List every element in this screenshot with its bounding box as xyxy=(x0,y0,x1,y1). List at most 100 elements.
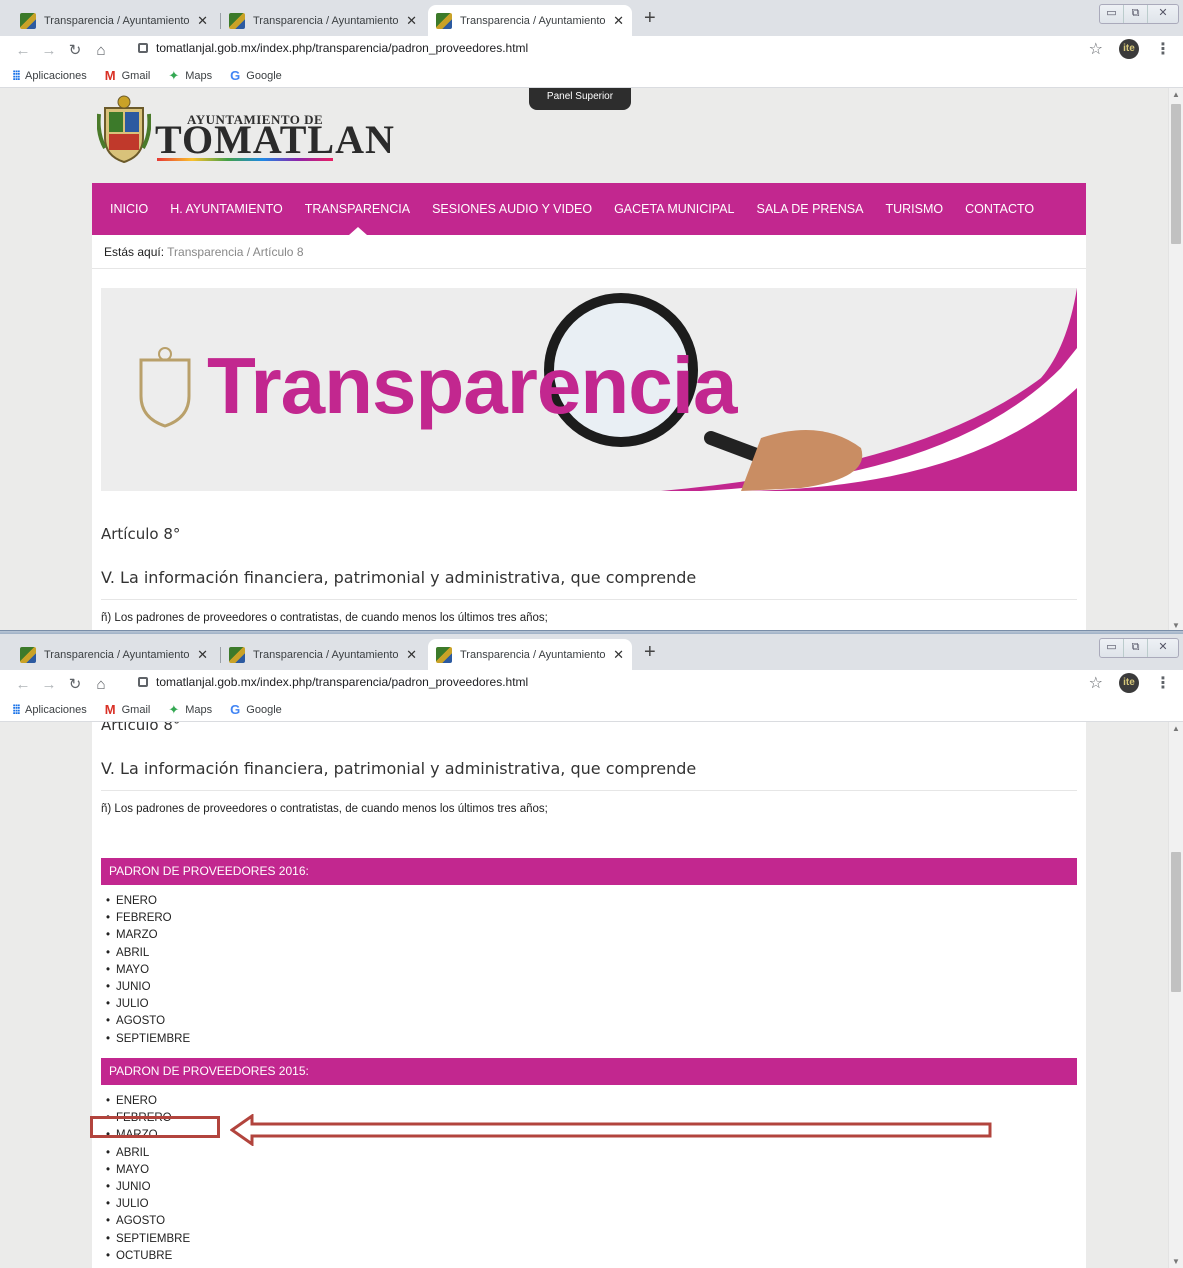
content-area: Artículo 8° V. La información financiera… xyxy=(92,722,1086,1268)
vertical-scrollbar[interactable]: ▲ ▼ xyxy=(1168,722,1183,1268)
nav-gaceta-municipal[interactable]: GACETA MUNICIPAL xyxy=(614,202,734,216)
month-link-febrero[interactable]: FEBRERO xyxy=(106,910,190,927)
nav-sesiones-audio-video[interactable]: SESIONES AUDIO Y VIDEO xyxy=(432,202,592,216)
back-arrow-icon[interactable]: ← xyxy=(10,676,36,693)
nav-inicio[interactable]: INICIO xyxy=(110,202,148,216)
forward-arrow-icon[interactable]: → xyxy=(36,676,62,693)
menu-dots-icon[interactable]: ⋮ xyxy=(1155,673,1171,693)
description-text: ñ) Los padrones de proveedores o contrat… xyxy=(101,612,548,624)
browser-tab-1[interactable]: Transparencia / Ayuntamiento de ✕ xyxy=(12,639,216,670)
month-link-junio[interactable]: JUNIO xyxy=(106,979,190,996)
tab-title: Transparencia / Ayuntamiento de xyxy=(460,14,608,27)
restore-icon[interactable]: ⧉ xyxy=(1124,639,1148,657)
back-arrow-icon[interactable]: ← xyxy=(10,42,36,59)
tab-title: Transparencia / Ayuntamiento de xyxy=(253,648,401,661)
month-link-mayo[interactable]: MAYO xyxy=(106,962,190,979)
month-link-mayo[interactable]: MAYO xyxy=(106,1162,190,1179)
screenshot-bottom: Transparencia / Ayuntamiento de ✕ Transp… xyxy=(0,634,1183,1268)
browser-tab-2[interactable]: Transparencia / Ayuntamiento de ✕ xyxy=(221,5,425,36)
padron-2015-header: PADRON DE PROVEEDORES 2015: xyxy=(101,1058,1077,1085)
minimize-icon[interactable]: ▭ xyxy=(1100,639,1124,657)
bookmark-label: Google xyxy=(246,703,282,716)
scroll-down-icon[interactable]: ▼ xyxy=(1172,621,1180,630)
nav-turismo[interactable]: TURISMO xyxy=(885,202,943,216)
close-icon[interactable]: ✕ xyxy=(197,13,208,29)
bookmark-google[interactable]: G Google xyxy=(230,68,282,83)
restore-icon[interactable]: ⧉ xyxy=(1124,5,1148,23)
lock-icon xyxy=(138,43,148,53)
profile-avatar[interactable]: ite xyxy=(1119,673,1139,693)
bookmarks-bar: ⁞⁞⁞ Aplicaciones M Gmail ✦ Maps G Google xyxy=(0,64,1183,88)
site-favicon-icon xyxy=(20,12,36,29)
scroll-down-icon[interactable]: ▼ xyxy=(1172,1257,1180,1266)
maps-icon: ✦ xyxy=(168,701,180,717)
bookmark-star-icon[interactable]: ☆ xyxy=(1089,673,1103,693)
tab-title: Transparencia / Ayuntamiento de xyxy=(253,14,401,27)
month-link-agosto[interactable]: AGOSTO xyxy=(106,1013,190,1030)
bookmark-google[interactable]: G Google xyxy=(230,702,282,717)
close-window-icon[interactable]: ✕ xyxy=(1148,5,1178,23)
new-tab-plus-icon[interactable]: + xyxy=(644,7,656,30)
browser-tab-2[interactable]: Transparencia / Ayuntamiento de ✕ xyxy=(221,639,425,670)
home-icon[interactable]: ⌂ xyxy=(88,42,114,59)
bookmark-maps[interactable]: ✦ Maps xyxy=(168,702,212,718)
month-link-octubre[interactable]: OCTUBRE xyxy=(106,1248,190,1265)
scroll-up-icon[interactable]: ▲ xyxy=(1172,724,1180,733)
bookmark-maps[interactable]: ✦ Maps xyxy=(168,68,212,84)
minimize-icon[interactable]: ▭ xyxy=(1100,5,1124,23)
breadcrumb: Estás aquí: Transparencia / Artículo 8 xyxy=(104,245,304,259)
month-link-enero[interactable]: ENERO xyxy=(106,1093,190,1110)
menu-dots-icon[interactable]: ⋮ xyxy=(1155,39,1171,59)
vertical-scrollbar[interactable]: ▲ ▼ xyxy=(1168,88,1183,632)
month-link-marzo[interactable]: MARZO xyxy=(106,927,190,944)
bookmark-apps[interactable]: ⁞⁞⁞ Aplicaciones xyxy=(12,68,87,83)
browser-tab-3-active[interactable]: Transparencia / Ayuntamiento de ✕ xyxy=(428,5,632,36)
nav-h-ayuntamiento[interactable]: H. AYUNTAMIENTO xyxy=(170,202,283,216)
reload-icon[interactable]: ↻ xyxy=(62,41,88,59)
address-bar[interactable]: tomatlanjal.gob.mx/index.php/transparenc… xyxy=(138,41,528,55)
month-link-agosto[interactable]: AGOSTO xyxy=(106,1213,190,1230)
nav-transparencia[interactable]: TRANSPARENCIA xyxy=(305,202,410,235)
close-icon[interactable]: ✕ xyxy=(613,13,624,29)
month-link-septiembre[interactable]: SEPTIEMBRE xyxy=(106,1231,190,1248)
bookmark-gmail[interactable]: M Gmail xyxy=(105,68,151,83)
bookmark-label: Gmail xyxy=(121,69,151,82)
breadcrumb-link-transparencia[interactable]: Transparencia xyxy=(167,245,243,259)
month-link-abril[interactable]: ABRIL xyxy=(106,945,190,962)
close-icon[interactable]: ✕ xyxy=(406,13,417,29)
scroll-up-icon[interactable]: ▲ xyxy=(1172,90,1180,99)
site-logo[interactable]: AYUNTAMIENTO DE TOMATLAN xyxy=(97,94,394,168)
close-icon[interactable]: ✕ xyxy=(197,647,208,663)
forward-arrow-icon[interactable]: → xyxy=(36,42,62,59)
scrollbar-thumb[interactable] xyxy=(1171,852,1181,992)
month-link-septiembre[interactable]: SEPTIEMBRE xyxy=(106,1031,190,1048)
close-icon[interactable]: ✕ xyxy=(406,647,417,663)
scrollbar-thumb[interactable] xyxy=(1171,104,1181,244)
bookmark-star-icon[interactable]: ☆ xyxy=(1089,39,1103,59)
bookmark-apps[interactable]: ⁞⁞⁞ Aplicaciones xyxy=(12,702,87,717)
close-window-icon[interactable]: ✕ xyxy=(1148,639,1178,657)
month-link-julio[interactable]: JULIO xyxy=(106,996,190,1013)
month-link-junio[interactable]: JUNIO xyxy=(106,1179,190,1196)
browser-tab-3-active[interactable]: Transparencia / Ayuntamiento de ✕ xyxy=(428,639,632,670)
apps-grid-icon: ⁞⁞⁞ xyxy=(12,68,21,83)
home-icon[interactable]: ⌂ xyxy=(88,676,114,693)
profile-avatar[interactable]: ite xyxy=(1119,39,1139,59)
close-icon[interactable]: ✕ xyxy=(613,647,624,663)
address-bar[interactable]: tomatlanjal.gob.mx/index.php/transparenc… xyxy=(138,675,528,689)
month-link-enero[interactable]: ENERO xyxy=(106,893,190,910)
month-link-julio[interactable]: JULIO xyxy=(106,1196,190,1213)
divider xyxy=(92,268,1086,269)
bookmark-gmail[interactable]: M Gmail xyxy=(105,702,151,717)
reload-icon[interactable]: ↻ xyxy=(62,675,88,693)
apps-grid-icon: ⁞⁞⁞ xyxy=(12,702,21,717)
nav-contacto[interactable]: CONTACTO xyxy=(965,202,1034,216)
divider xyxy=(101,599,1077,600)
browser-tab-1[interactable]: Transparencia / Ayuntamiento de ✕ xyxy=(12,5,216,36)
breadcrumb-current: Artículo 8 xyxy=(252,245,304,259)
nav-sala-de-prensa[interactable]: SALA DE PRENSA xyxy=(756,202,863,216)
panel-superior-tab[interactable]: Panel Superior xyxy=(529,88,631,110)
bookmark-label: Aplicaciones xyxy=(25,69,87,82)
new-tab-plus-icon[interactable]: + xyxy=(644,641,656,664)
month-link-abril[interactable]: ABRIL xyxy=(106,1145,190,1162)
